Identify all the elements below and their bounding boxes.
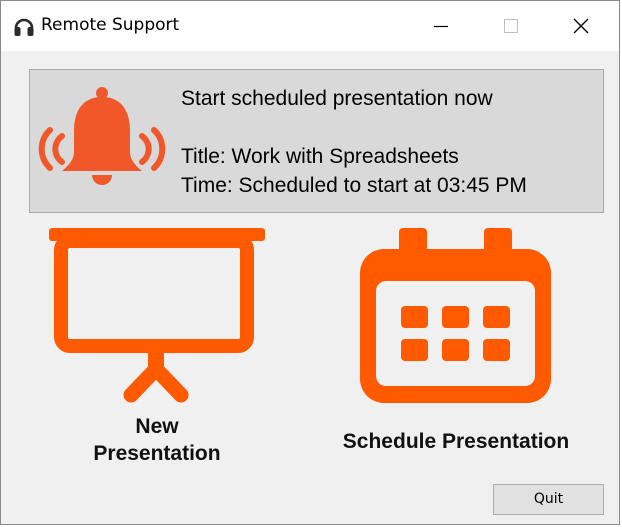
schedule-presentation-label: Schedule Presentation xyxy=(342,430,570,453)
scheduled-presentation-banner: Start scheduled presentation now Title: … xyxy=(29,69,604,213)
new-presentation-label-line2: Presentation xyxy=(93,442,221,465)
close-button[interactable] xyxy=(546,1,616,51)
presentation-time: Time: Scheduled to start at 03:45 PM xyxy=(181,174,527,197)
minimize-button[interactable] xyxy=(406,1,476,51)
ringing-bell-icon xyxy=(38,87,166,185)
window-title: Remote Support xyxy=(41,15,180,35)
headset-icon xyxy=(14,18,34,36)
maximize-icon xyxy=(504,19,518,33)
title-bar[interactable]: Remote Support xyxy=(1,1,619,51)
remote-support-window: Remote Support Start scheduled presentat… xyxy=(0,0,620,525)
minimize-icon xyxy=(434,25,448,28)
new-presentation-button[interactable]: New Presentation xyxy=(37,223,277,473)
calendar-icon xyxy=(360,228,551,403)
schedule-presentation-button[interactable]: Schedule Presentation xyxy=(316,223,596,463)
new-presentation-label: New Presentation xyxy=(37,413,277,467)
banner-heading: Start scheduled presentation now xyxy=(181,87,493,110)
close-icon xyxy=(573,18,589,34)
quit-button[interactable]: Quit xyxy=(493,484,604,515)
presentation-title: Title: Work with Spreadsheets xyxy=(181,145,459,168)
projector-screen-icon xyxy=(49,228,265,403)
maximize-button[interactable] xyxy=(476,1,546,51)
new-presentation-label-line1: New xyxy=(135,415,179,438)
